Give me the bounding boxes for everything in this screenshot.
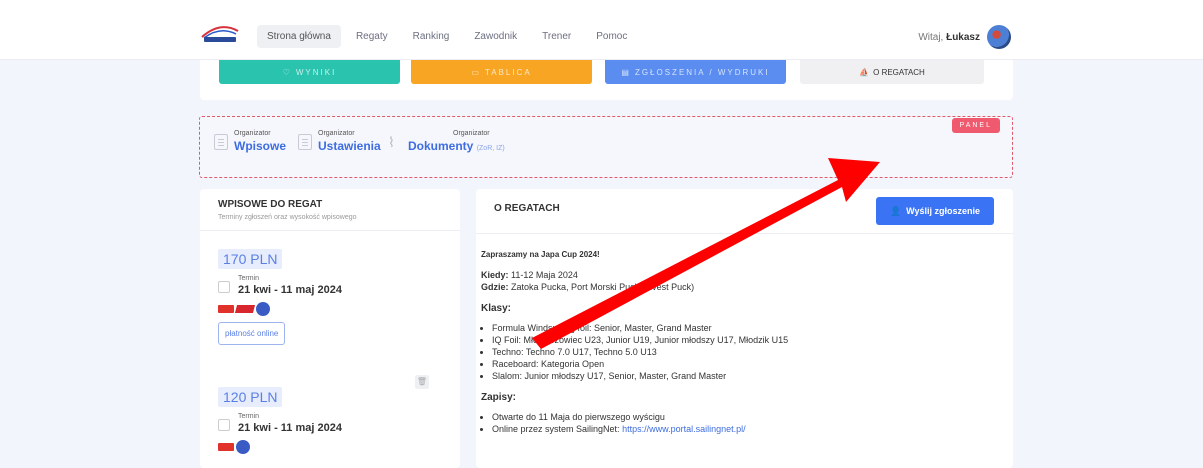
regatta-tabs-card: ♡ WYNIKI ▭ TABLICA ▤ ZGŁOSZENIA / WYDRUKI ⛵…: [200, 60, 1013, 100]
list-item: Formula Windsurfing foil: Senior, Master…: [492, 322, 1013, 334]
nav-ranking[interactable]: Ranking: [403, 25, 460, 48]
panel-wpisowe[interactable]: Organizator Wpisowe: [214, 130, 286, 153]
trash-icon[interactable]: 🗑: [415, 375, 429, 389]
sail-icon: ⛵: [859, 67, 870, 77]
fee-item: 170 PLN Termin 21 kwi - 11 maj 2024 płatn…: [218, 249, 342, 345]
fees-card: WPISOWE DO REGAT Terminy zgłoszeń oraz w…: [200, 189, 460, 468]
about-card: O REGATACH 👤 Wyślij zgłoszenie Zapraszamy…: [476, 189, 1013, 468]
class-logos: [218, 440, 342, 454]
list-item: Otwarte do 11 Maja do pierwszego wyścigu: [492, 411, 1013, 423]
class-badge-icon: [256, 302, 270, 316]
panel-ustawienia[interactable]: Organizator Ustawienia: [298, 130, 381, 153]
class-logos: [218, 302, 342, 316]
iq-logo: [218, 305, 234, 313]
list-item: Slalom: Junior młodszy U17, Senior, Mast…: [492, 370, 1013, 382]
class-badge-icon: [236, 440, 250, 454]
avatar[interactable]: [987, 25, 1011, 49]
list-item: Techno: Techno 7.0 U17, Techno 5.0 U13: [492, 346, 1013, 358]
fee-price: 170 PLN: [218, 249, 283, 269]
dokumenty-link[interactable]: Dokumenty (ZoR, IZ): [408, 139, 505, 153]
nav-trener[interactable]: Trener: [532, 25, 581, 48]
intro-text: Zapraszamy na Japa Cup 2024!: [481, 250, 600, 259]
fees-subtitle: Terminy zgłoszeń oraz wysokość wpisowego: [218, 214, 357, 221]
fee-price: 120 PLN: [218, 387, 283, 407]
user-menu[interactable]: Witaj, Łukasz: [918, 25, 1011, 49]
list-item: Raceboard: Kategoria Open: [492, 358, 1013, 370]
sailingnet-logo[interactable]: [200, 23, 240, 43]
tab-o-regatach[interactable]: ⛵ O REGATACH: [800, 60, 984, 84]
list-icon: [298, 134, 312, 150]
classes-list: Formula Windsurfing foil: Senior, Master…: [481, 322, 1013, 382]
nav-strona-glowna[interactable]: Strona główna: [257, 25, 341, 48]
printer-icon: ▤: [621, 67, 631, 77]
paperclip-icon: ⌇: [388, 134, 395, 150]
nav-regaty[interactable]: Regaty: [346, 25, 398, 48]
nav-pomoc[interactable]: Pomoc: [586, 25, 637, 48]
iq-logo: [218, 443, 234, 451]
main-nav: Strona główna Regaty Ranking Zawodnik Tr…: [257, 25, 637, 48]
when-line: Kiedy: 11-12 Maja 2024: [481, 270, 578, 280]
calendar-icon: [218, 281, 230, 293]
panel-dokumenty[interactable]: ⌇ Organizator Dokumenty (ZoR, IZ): [388, 130, 505, 153]
trophy-icon: ♡: [282, 67, 292, 77]
user-plus-icon: 👤: [889, 205, 902, 216]
send-entry-button[interactable]: 👤 Wyślij zgłoszenie: [876, 197, 994, 225]
panel-badge: PANEL: [951, 118, 1000, 133]
classes-heading: Klasy:: [481, 303, 512, 314]
registration-heading: Zapisy:: [481, 392, 517, 403]
wpisowe-link[interactable]: Wpisowe: [234, 139, 286, 153]
fee-item: 120 PLN Termin 21 kwi - 11 maj 2024: [218, 387, 342, 454]
greeting: Witaj, Łukasz: [918, 31, 980, 43]
tab-zgloszenia[interactable]: ▤ ZGŁOSZENIA / WYDRUKI: [605, 60, 786, 84]
top-navbar: Strona główna Regaty Ranking Zawodnik Tr…: [0, 0, 1203, 60]
registration-list: Otwarte do 11 Maja do pierwszego wyścigu…: [481, 411, 1013, 435]
portal-link[interactable]: https://www.portal.sailingnet.pl/: [622, 424, 746, 434]
board-icon: ▭: [471, 67, 481, 77]
where-line: Gdzie: Zatoka Pucka, Port Morski Puck (I…: [481, 282, 695, 292]
ustawienia-link[interactable]: Ustawienia: [318, 139, 381, 153]
tab-tablica[interactable]: ▭ TABLICA: [411, 60, 592, 84]
list-icon: [214, 134, 228, 150]
rs-logo: [234, 305, 256, 313]
calendar-icon: [218, 419, 230, 431]
fees-title: WPISOWE DO REGAT: [218, 199, 323, 210]
online-payment-button[interactable]: płatność online: [218, 322, 286, 345]
list-item: Online przez system SailingNet: https://…: [492, 423, 1013, 435]
organizer-panel: PANEL Organizator Wpisowe Organizator Usta…: [199, 116, 1013, 178]
tab-wyniki[interactable]: ♡ WYNIKI: [219, 60, 400, 84]
nav-zawodnik[interactable]: Zawodnik: [464, 25, 527, 48]
list-item: IQ Foil: Młodzieżowiec U23, Junior U19, …: [492, 334, 1013, 346]
about-title: O REGATACH: [494, 203, 560, 214]
